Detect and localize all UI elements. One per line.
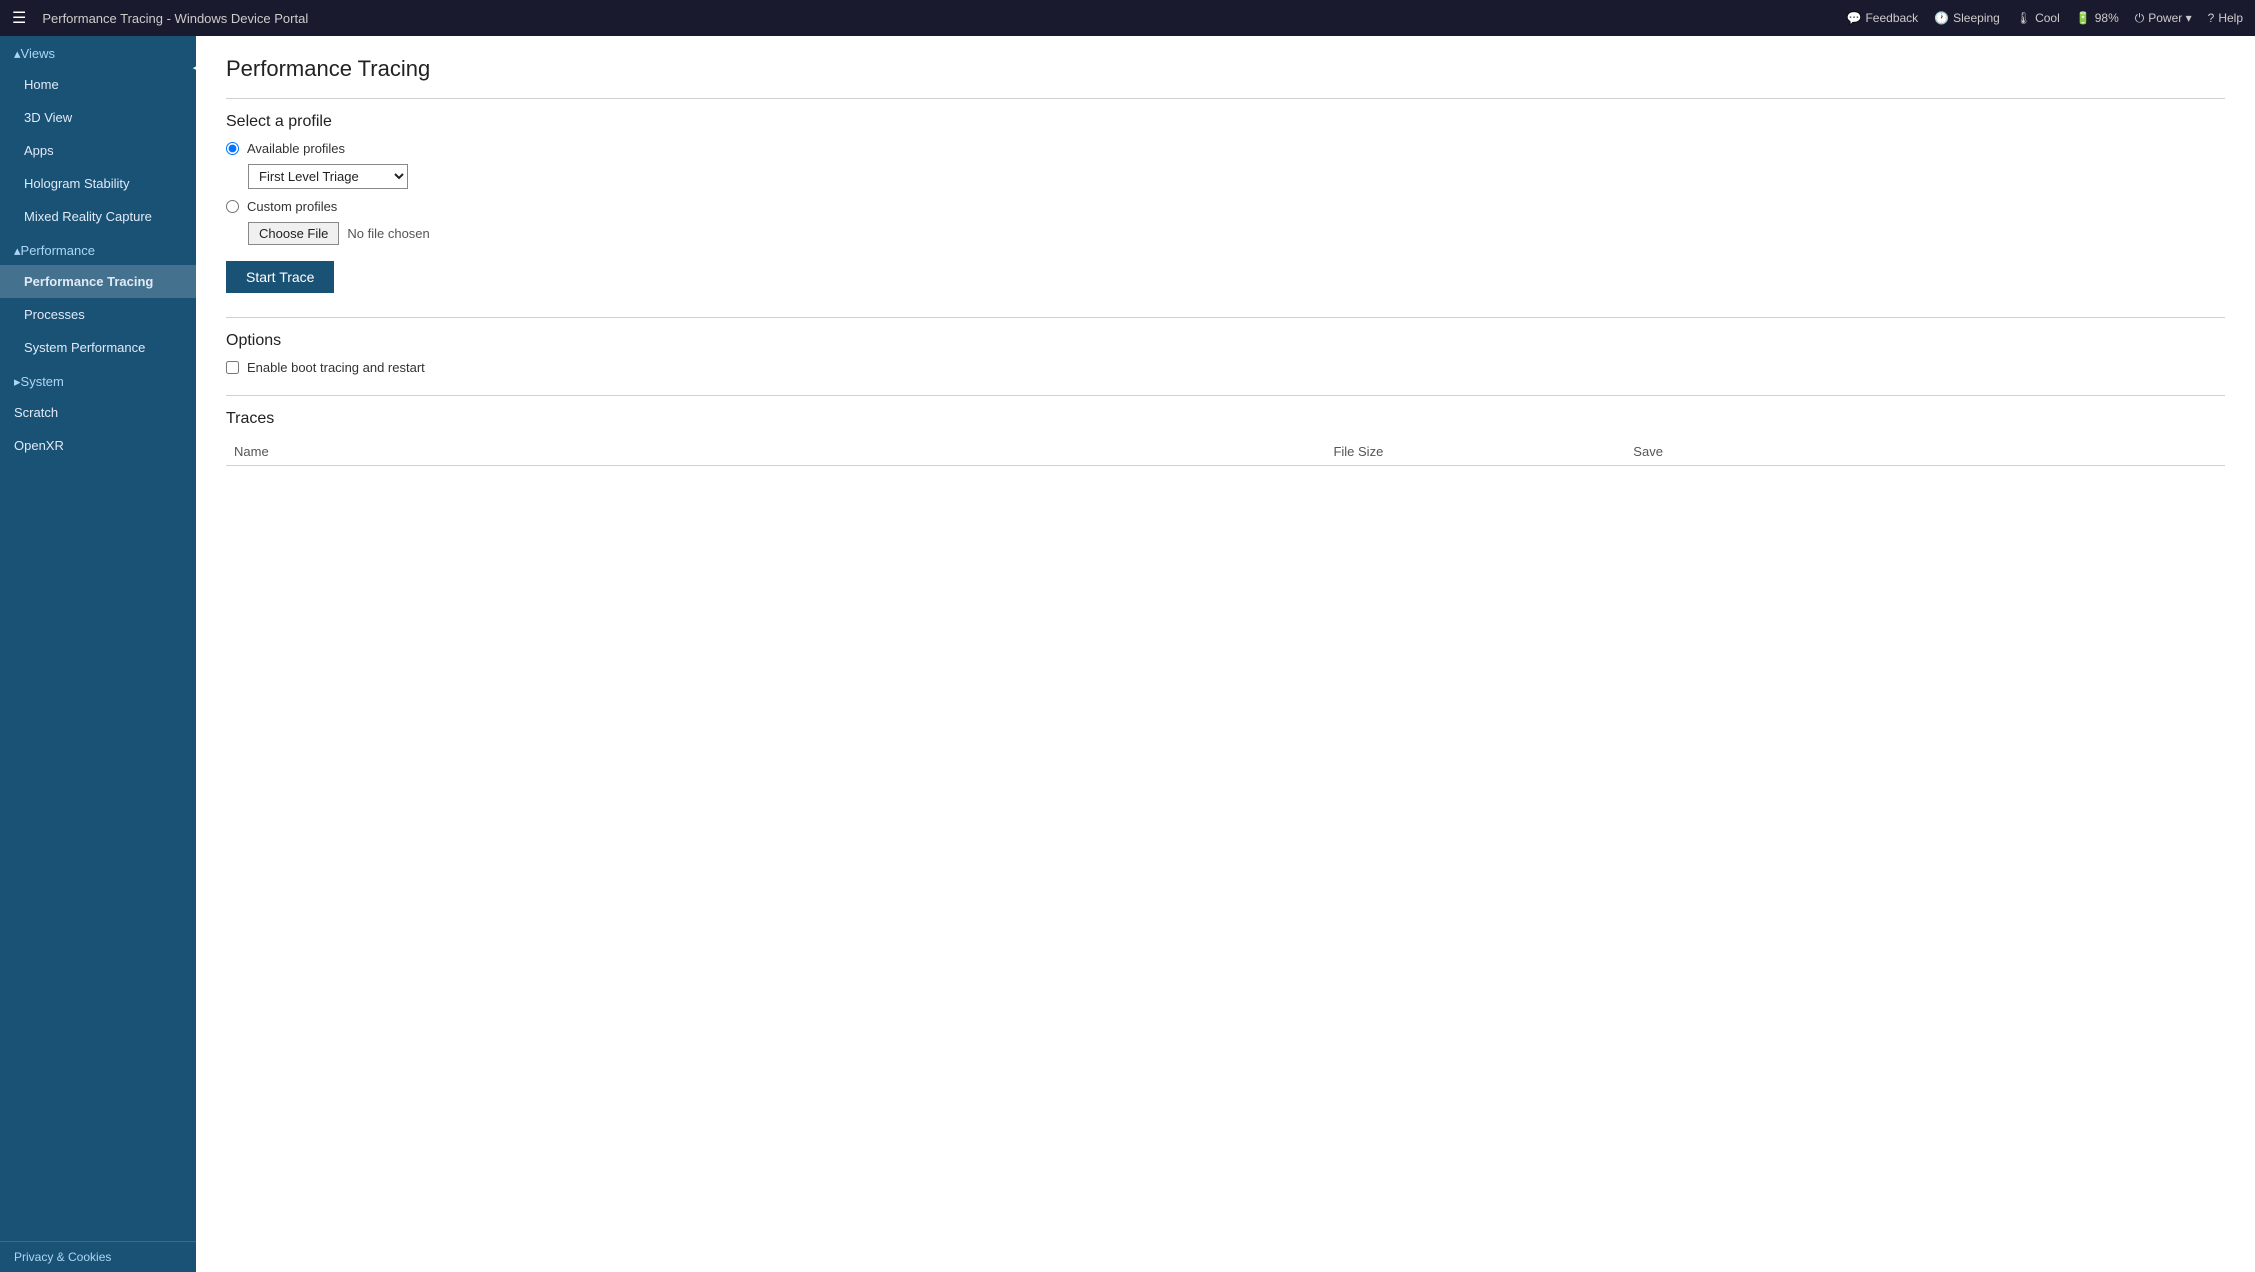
radio-row-available: Available profiles: [226, 141, 2225, 156]
choose-file-button[interactable]: Choose File: [248, 222, 339, 245]
available-profiles-label[interactable]: Available profiles: [247, 141, 345, 156]
traces-heading: Traces: [226, 410, 2225, 428]
battery-label: 98%: [2095, 11, 2119, 25]
divider-options: [226, 317, 2225, 318]
sidebar-item-processes[interactable]: Processes: [0, 298, 196, 331]
divider-traces: [226, 395, 2225, 396]
sidebar-performance-header[interactable]: ▴Performance: [0, 233, 196, 265]
start-trace-button[interactable]: Start Trace: [226, 261, 334, 293]
sidebar-item-system-performance[interactable]: System Performance: [0, 331, 196, 364]
custom-profiles-label[interactable]: Custom profiles: [247, 199, 337, 214]
col-header-name: Name: [226, 438, 1325, 466]
boot-tracing-checkbox[interactable]: [226, 361, 239, 374]
sidebar-footer-privacy[interactable]: Privacy & Cookies: [0, 1241, 196, 1272]
options-section: Options Enable boot tracing and restart: [226, 332, 2225, 375]
sleeping-status: 🕐 Sleeping: [1934, 11, 2000, 25]
profile-select-container: First Level Triage General Advanced: [248, 164, 2225, 189]
profile-dropdown[interactable]: First Level Triage General Advanced: [248, 164, 408, 189]
boot-tracing-row: Enable boot tracing and restart: [226, 360, 2225, 375]
app-layout: ◀ ▴Views Home 3D View Apps Hologram Stab…: [0, 36, 2255, 1272]
topbar-actions: 💬 Feedback 🕐 Sleeping 🌡 Cool 🔋 98% ⏻ Pow…: [1847, 11, 2243, 26]
traces-table-header-row: Name File Size Save: [226, 438, 2225, 466]
cool-label: Cool: [2035, 11, 2060, 25]
col-header-filesize: File Size: [1325, 438, 1625, 466]
page-title: Performance Tracing: [226, 56, 2225, 82]
radio-row-custom: Custom profiles: [226, 199, 2225, 214]
feedback-label: Feedback: [1865, 11, 1918, 25]
thermometer-icon: 🌡: [2016, 11, 2031, 25]
power-icon: ⏻: [2135, 11, 2145, 26]
sidebar: ◀ ▴Views Home 3D View Apps Hologram Stab…: [0, 36, 196, 1272]
sidebar-item-hologram[interactable]: Hologram Stability: [0, 167, 196, 200]
no-file-label: No file chosen: [347, 226, 429, 241]
divider-profile: [226, 98, 2225, 99]
cool-status: 🌡 Cool: [2016, 11, 2060, 25]
sleeping-label: Sleeping: [1953, 11, 2000, 25]
topbar-title: Performance Tracing - Windows Device Por…: [42, 11, 1838, 26]
traces-section: Traces Name File Size Save: [226, 410, 2225, 466]
select-profile-heading: Select a profile: [226, 113, 2225, 131]
battery-icon: 🔋: [2076, 11, 2091, 25]
radio-available-profiles[interactable]: [226, 142, 239, 155]
sidebar-item-mixed-reality[interactable]: Mixed Reality Capture: [0, 200, 196, 233]
feedback-button[interactable]: 💬 Feedback: [1847, 11, 1919, 25]
battery-status: 🔋 98%: [2076, 11, 2119, 25]
help-button[interactable]: ? Help: [2208, 11, 2243, 25]
radio-custom-profiles[interactable]: [226, 200, 239, 213]
power-button[interactable]: ⏻ Power ▾: [2135, 11, 2192, 26]
radio-group-profiles: Available profiles First Level Triage Ge…: [226, 141, 2225, 245]
sidebar-views-header[interactable]: ▴Views: [0, 36, 196, 68]
help-icon: ?: [2208, 11, 2215, 25]
sidebar-system-header[interactable]: ▸System: [0, 364, 196, 396]
power-label: Power ▾: [2148, 11, 2191, 25]
traces-table: Name File Size Save: [226, 438, 2225, 466]
sidebar-item-3dview[interactable]: 3D View: [0, 101, 196, 134]
sleeping-icon: 🕐: [1934, 11, 1949, 25]
feedback-icon: 💬: [1847, 11, 1862, 25]
options-heading: Options: [226, 332, 2225, 350]
main-content: Performance Tracing Select a profile Ava…: [196, 36, 2255, 1272]
sidebar-item-performance-tracing[interactable]: Performance Tracing: [0, 265, 196, 298]
sidebar-item-apps[interactable]: Apps: [0, 134, 196, 167]
file-chooser-row: Choose File No file chosen: [248, 222, 2225, 245]
boot-tracing-label[interactable]: Enable boot tracing and restart: [247, 360, 425, 375]
col-header-save: Save: [1625, 438, 2225, 466]
sidebar-item-openxr[interactable]: OpenXR: [0, 429, 196, 462]
sidebar-item-home[interactable]: Home: [0, 68, 196, 101]
topbar: ☰ Performance Tracing - Windows Device P…: [0, 0, 2255, 36]
help-label: Help: [2218, 11, 2243, 25]
hamburger-menu[interactable]: ☰: [12, 8, 26, 28]
sidebar-item-scratch[interactable]: Scratch: [0, 396, 196, 429]
